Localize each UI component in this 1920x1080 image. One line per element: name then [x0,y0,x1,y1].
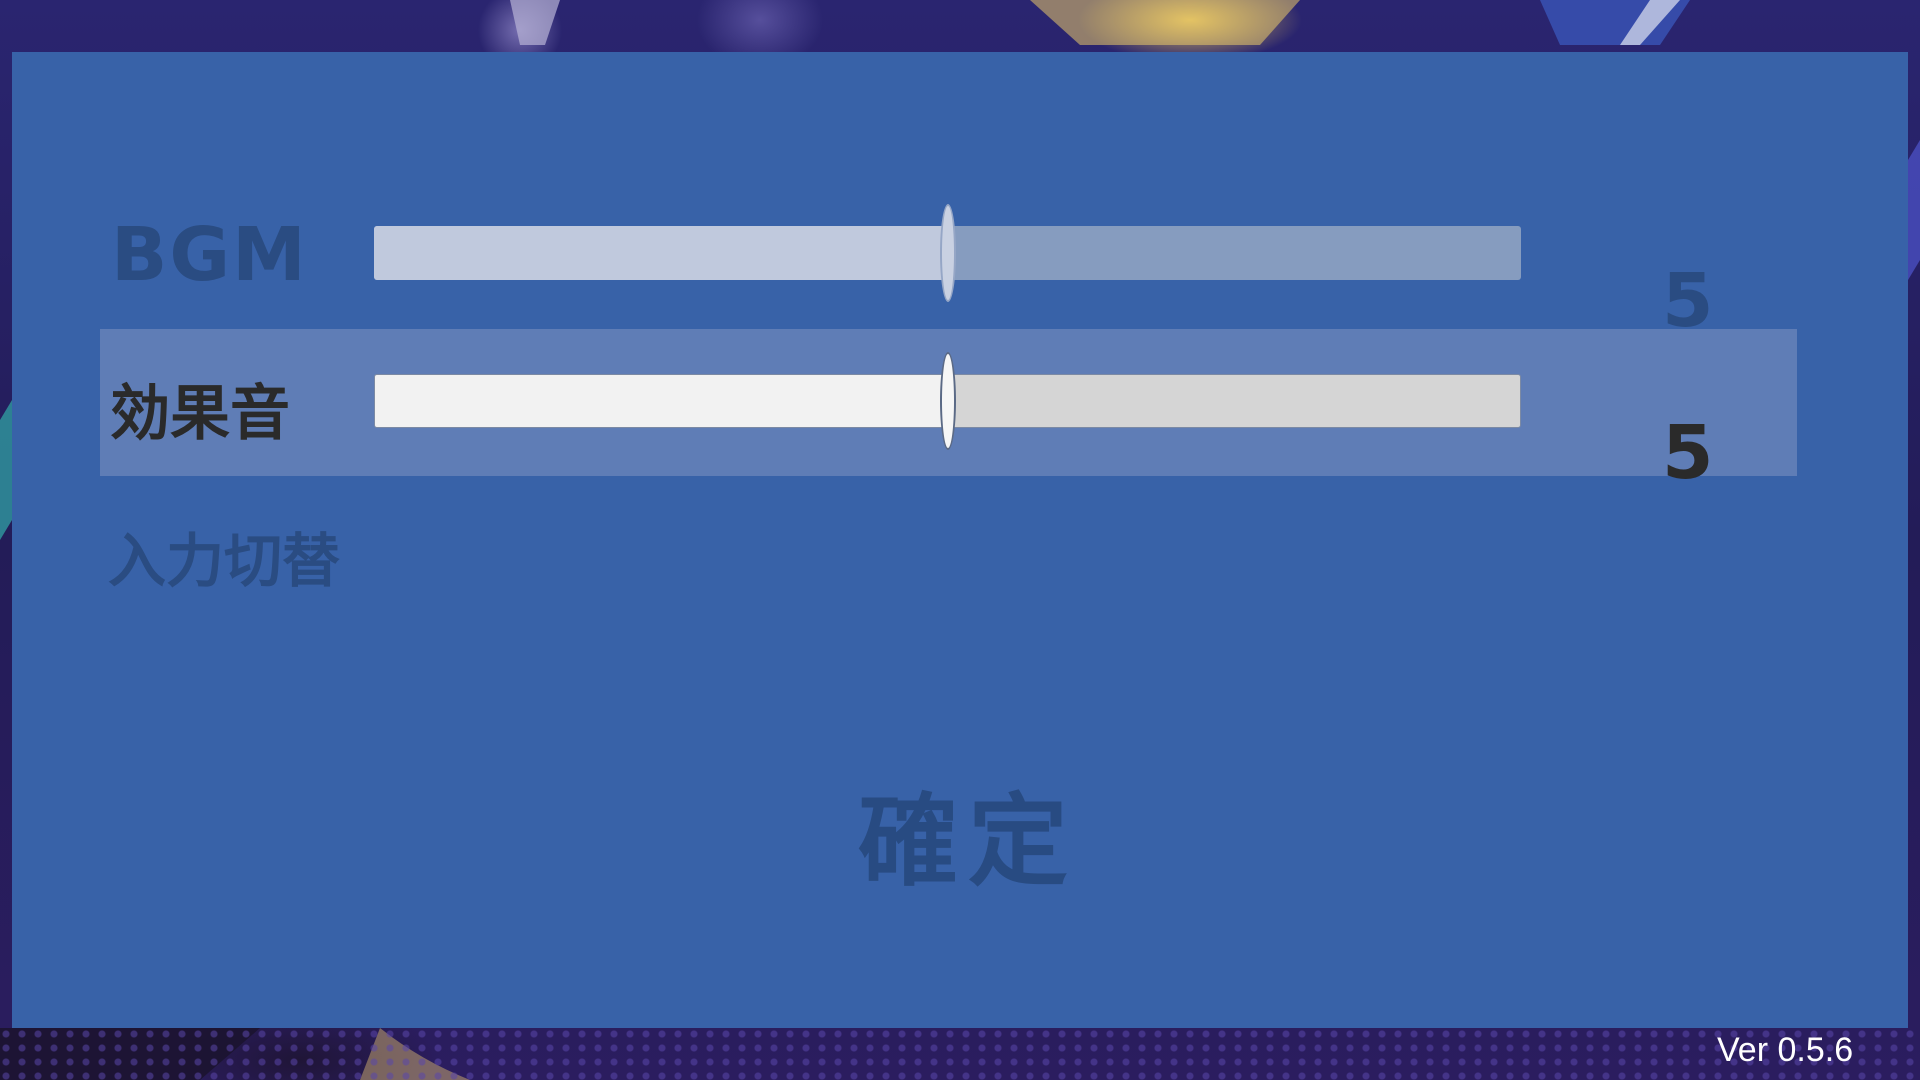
bgm-label: BGM [111,212,308,298]
input-switch-option[interactable]: 入力切替 [108,514,340,598]
confirm-button[interactable]: 確定 [858,760,1078,905]
bgm-volume-slider[interactable] [374,204,1521,302]
version-label: Ver 0.5.6 [1717,1031,1854,1069]
sound-effect-label: 効果音 [110,379,290,449]
sound-effect-volume-slider[interactable] [374,352,1521,450]
background-pattern [0,1028,1920,1080]
game-screen: BGM 5 効果音 5 入力切替 確定 Ver 0.5.6 [0,0,1920,1080]
sound-effect-slider-thumb-icon[interactable] [939,352,956,450]
sound-effect-slider-fill [374,374,948,428]
bgm-slider-thumb-icon[interactable] [939,204,956,302]
bgm-value: 5 [1662,258,1714,344]
sound-effect-value: 5 [1662,410,1714,496]
bgm-slider-fill [374,226,948,280]
